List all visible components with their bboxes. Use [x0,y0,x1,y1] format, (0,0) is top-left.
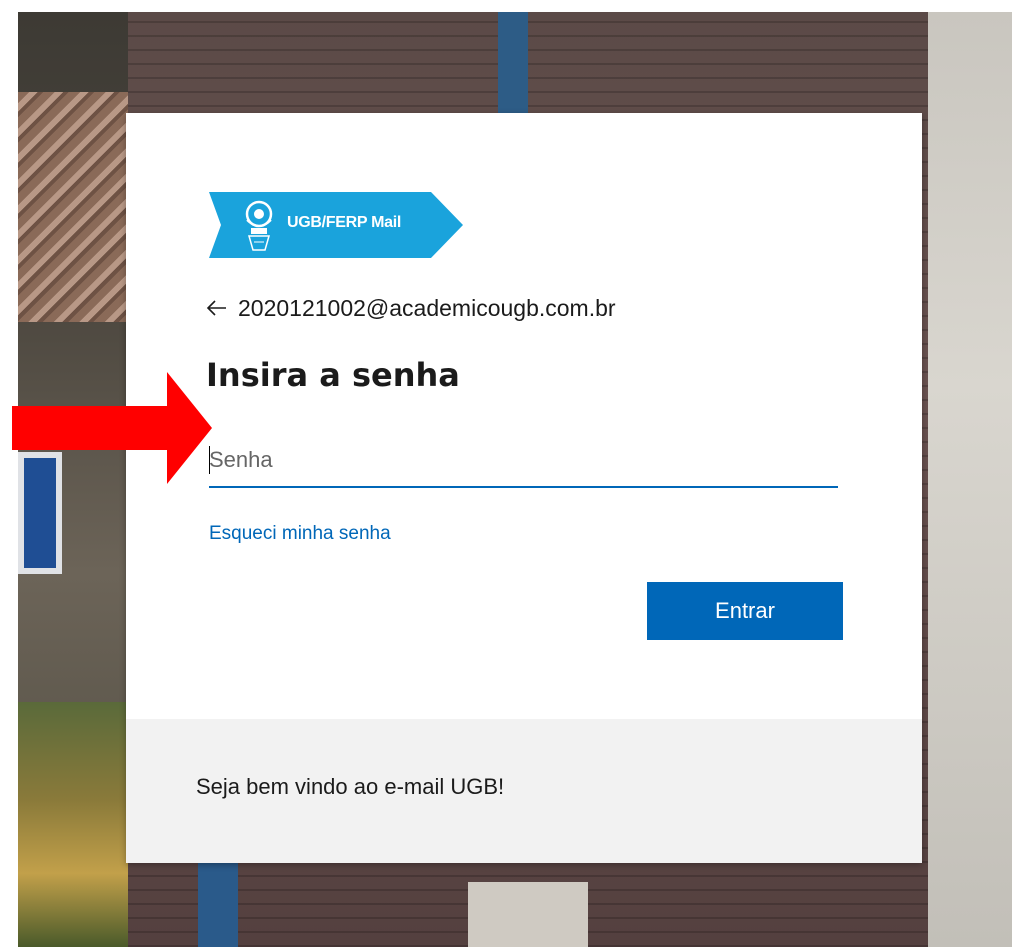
background-sign [468,882,588,947]
background-blue-post [198,862,238,947]
footer-banner: Seja bem vindo ao e-mail UGB! [126,719,922,863]
ugb-emblem-icon [239,198,279,252]
identity-back-button[interactable]: 2020121002@academicougb.com.br [206,293,616,323]
red-arrow-right-icon [12,372,212,484]
ugb-logo-banner: UGB/FERP Mail [209,192,463,258]
background-right-wall [928,12,1012,947]
logo-text: UGB/FERP Mail [287,214,402,231]
identity-email: 2020121002@academicougb.com.br [238,294,616,321]
submit-button[interactable]: Entrar [647,582,843,640]
footer-text: Seja bem vindo ao e-mail UGB! [196,774,505,799]
password-field-container [209,438,838,488]
background-roof-tiles [18,92,128,322]
forgot-password-link[interactable]: Esqueci minha senha [209,523,391,545]
login-card: UGB/FERP Mail 2020121002@academicougb.co… [126,113,922,863]
page-title: Insira a senha [206,356,460,394]
password-input[interactable] [209,438,838,482]
arrow-left-icon [206,297,228,319]
background-plants [18,702,128,947]
